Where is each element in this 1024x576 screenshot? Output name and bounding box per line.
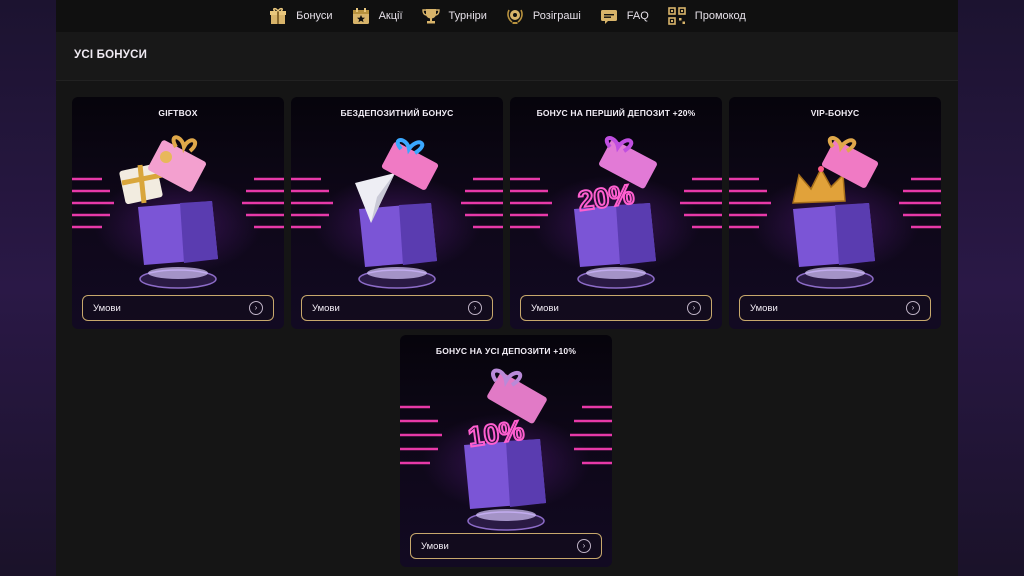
conditions-label: Умови (93, 302, 121, 314)
conditions-label: Умови (312, 302, 340, 314)
conditions-button[interactable]: Умови › (301, 295, 493, 321)
conditions-button[interactable]: Умови › (82, 295, 274, 321)
conditions-label: Умови (531, 302, 559, 314)
nav-item-promotions[interactable]: Акції (351, 0, 403, 32)
left-background-strip (0, 0, 58, 576)
nav-label: Акції (378, 10, 403, 22)
nav-label: Розіграші (532, 10, 581, 22)
card-title: БЕЗДЕПОЗИТНИЙ БОНУС (340, 108, 454, 118)
trophy-icon (421, 6, 441, 26)
qr-code-icon (667, 6, 687, 26)
bonus-card-no-deposit[interactable]: БЕЗДЕПОЗИТНИЙ БОНУС Умови › (291, 97, 503, 329)
nav-item-tournaments[interactable]: Турніри (421, 0, 487, 32)
bonus-card-first-deposit[interactable]: 20% БОНУС НА ПЕРШИЙ ДЕПОЗИТ +20% Умови › (510, 97, 722, 329)
bonus-card-vip[interactable]: VIP-БОНУС Умови › (729, 97, 941, 329)
card-title: БОНУС НА ПЕРШИЙ ДЕПОЗИТ +20% (536, 108, 696, 118)
card-title: БОНУС НА УСІ ДЕПОЗИТИ +10% (435, 346, 577, 356)
nav-label: Промокод (694, 10, 746, 22)
faq-icon (599, 6, 619, 26)
right-background-strip (958, 0, 1024, 576)
nav-item-faq[interactable]: FAQ (599, 0, 649, 32)
chevron-right-icon: › (249, 301, 263, 315)
gift-icon (268, 6, 288, 26)
laurel-badge-icon (505, 6, 525, 26)
conditions-label: Умови (750, 302, 778, 314)
nav-item-bonuses[interactable]: Бонуси (268, 0, 333, 32)
nav-item-promocode[interactable]: Промокод (667, 0, 746, 32)
conditions-button[interactable]: Умови › (520, 295, 712, 321)
conditions-button[interactable]: Умови › (410, 533, 602, 559)
main-frame: Бонуси Акції Турніри Розіграші FAQ Промо… (56, 0, 958, 576)
nav-label: Бонуси (296, 10, 333, 22)
card-title: GIFTBOX (158, 108, 198, 118)
nav-item-giveaways[interactable]: Розіграші (505, 0, 581, 32)
nav-label: FAQ (626, 10, 649, 22)
calendar-star-icon (351, 6, 371, 26)
bonus-card-all-deposits[interactable]: 10% БОНУС НА УСІ ДЕПОЗИТИ +10% Умови › (400, 335, 612, 567)
page-title: УСІ БОНУСИ (74, 49, 148, 61)
bonus-card-giftbox[interactable]: GIFTBOX Умови › (72, 97, 284, 329)
nav-label: Турніри (448, 10, 487, 22)
chevron-right-icon: › (577, 539, 591, 553)
chevron-right-icon: › (468, 301, 482, 315)
conditions-label: Умови (421, 540, 449, 552)
chevron-right-icon: › (906, 301, 920, 315)
card-title: VIP-БОНУС (810, 108, 860, 118)
conditions-button[interactable]: Умови › (739, 295, 931, 321)
section-header: УСІ БОНУСИ (56, 32, 958, 81)
chevron-right-icon: › (687, 301, 701, 315)
top-navigation: Бонуси Акції Турніри Розіграші FAQ Промо… (56, 0, 958, 32)
